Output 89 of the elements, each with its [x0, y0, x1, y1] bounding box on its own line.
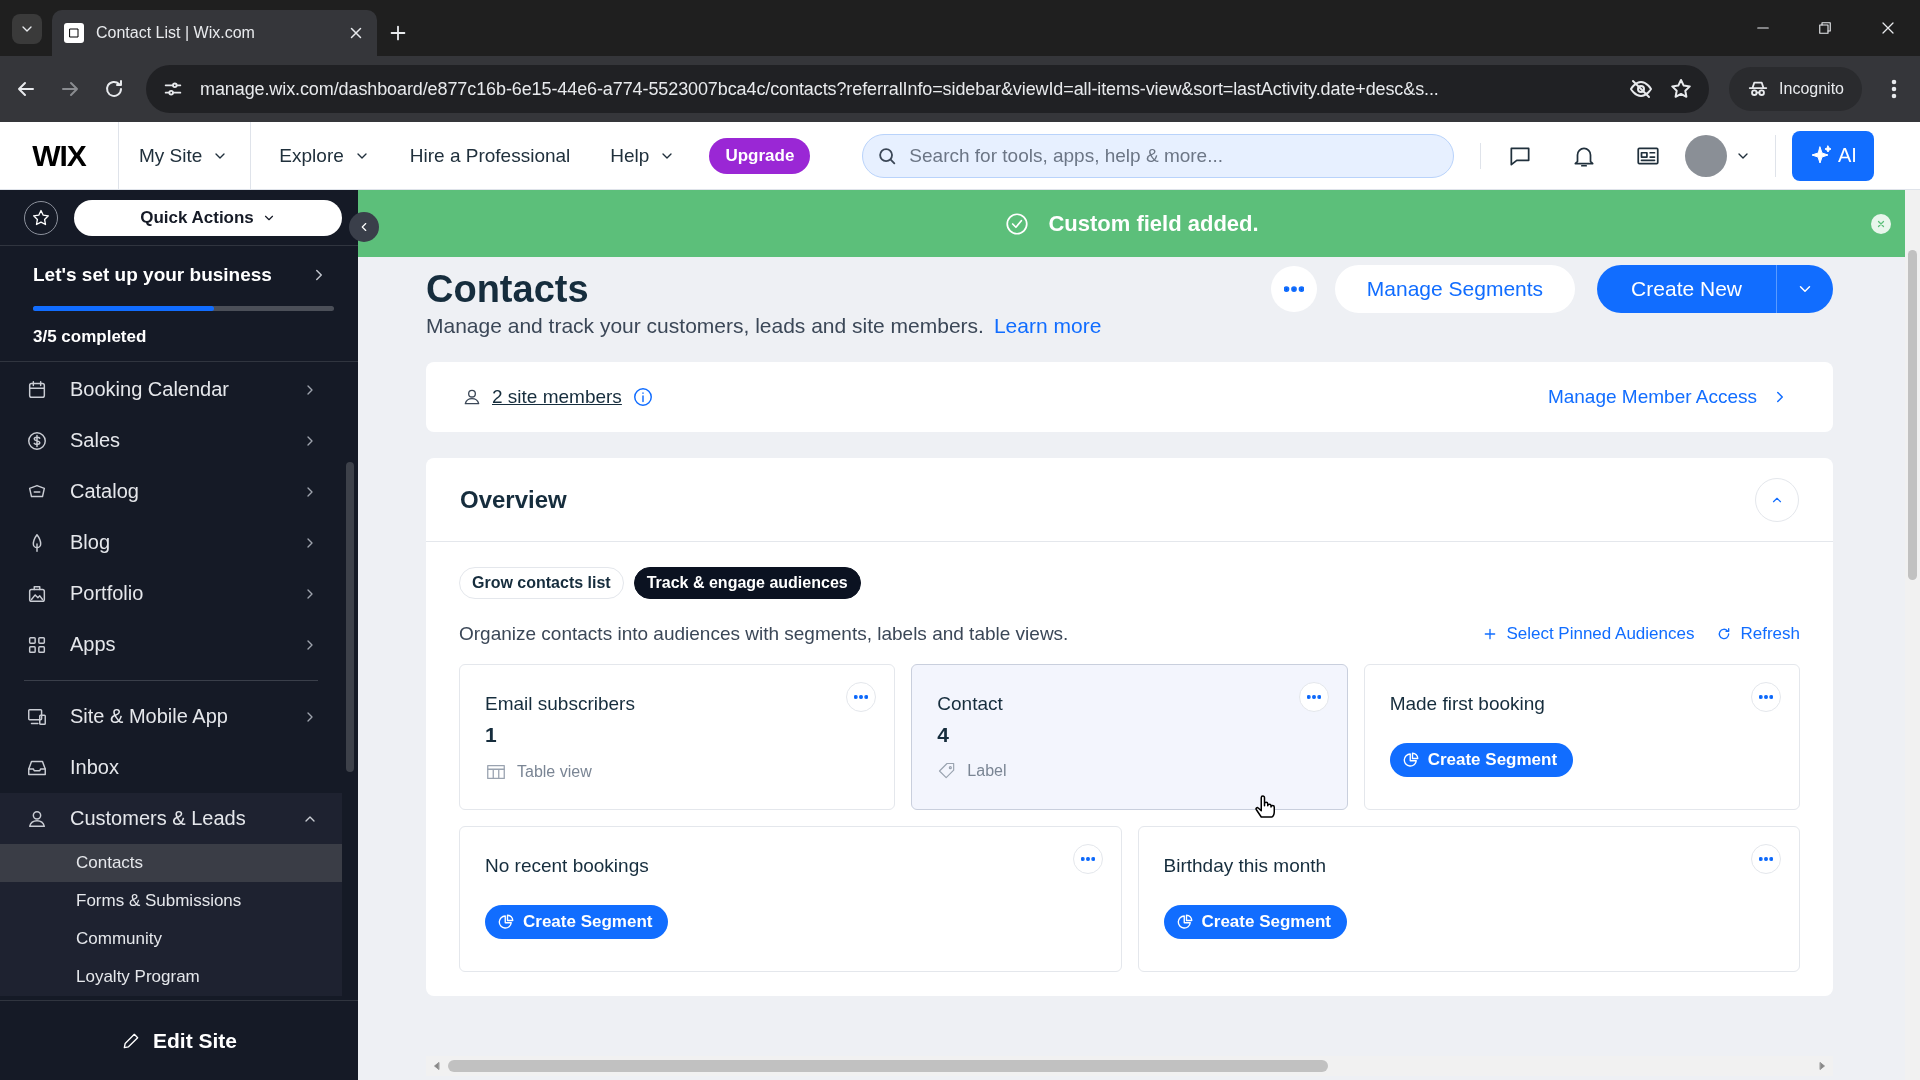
sidebar-item[interactable]: Inbox — [0, 742, 342, 793]
audience-card[interactable]: Made first booking Create Segment — [1363, 664, 1800, 810]
members-icon — [462, 387, 482, 407]
setup-title[interactable]: Let's set up your business — [33, 264, 272, 286]
incognito-label: Incognito — [1779, 80, 1844, 98]
sidebar-subitem[interactable]: Community — [0, 920, 342, 958]
card-title: Email subscribers — [485, 693, 635, 715]
sidebar-item[interactable]: Customers & Leads — [0, 793, 342, 844]
manage-member-access-link[interactable]: Manage Member Access — [1541, 385, 1795, 409]
more-icon — [1080, 857, 1095, 861]
pie-chart-icon — [1401, 751, 1420, 769]
create-segment-button[interactable]: Create Segment — [485, 905, 669, 939]
search-field[interactable]: Search for tools, apps, help & more... — [862, 133, 1455, 178]
more-options-button[interactable] — [1072, 844, 1103, 874]
refresh-link[interactable]: Refresh — [1716, 624, 1800, 644]
pie-chart-icon — [1175, 913, 1194, 931]
scroll-left-icon — [432, 1061, 442, 1071]
sidebar-item-icon — [26, 378, 48, 401]
more-icon — [1759, 695, 1773, 699]
restore-icon[interactable] — [1816, 19, 1834, 37]
overview-tab[interactable]: Track & engage audiences — [633, 567, 861, 599]
audience-card[interactable]: Email subscribers 1 Table view — [459, 664, 896, 810]
overview-description: Organize contacts into audiences with segments, labels and table views. — [459, 623, 1070, 645]
edit-site-button[interactable]: Edit Site — [115, 1027, 243, 1054]
more-icon — [1759, 857, 1773, 861]
card-meta-text: Label — [967, 762, 1007, 780]
audience-card[interactable]: Contact 4 Label — [911, 664, 1348, 810]
info-icon[interactable] — [631, 386, 654, 408]
incognito-badge[interactable]: Incognito — [1729, 67, 1862, 111]
card-title: Made first booking — [1389, 693, 1545, 715]
more-options-button[interactable] — [1298, 682, 1329, 712]
more-actions-button[interactable] — [1270, 266, 1317, 312]
card-count: 4 — [937, 723, 950, 747]
site-selector[interactable]: My Site — [118, 121, 252, 190]
card-title: No recent bookings — [485, 855, 649, 877]
tab-list-button[interactable] — [12, 14, 42, 44]
toast-message: Custom field added. — [1048, 210, 1259, 237]
site-members-link[interactable]: 2 site members — [492, 386, 622, 408]
manage-segments-button[interactable]: Manage Segments — [1334, 265, 1576, 313]
sidebar-item[interactable]: Blog — [0, 517, 342, 568]
more-icon — [1283, 286, 1304, 292]
upgrade-button[interactable]: Upgrade — [709, 137, 811, 174]
more-options-button[interactable] — [846, 682, 877, 712]
sidebar-item[interactable]: Catalog — [0, 466, 342, 517]
sidebar-subitem[interactable]: Contacts — [0, 844, 342, 882]
sidebar-item[interactable]: Apps — [0, 619, 342, 670]
nav-menu-item[interactable]: Hire a Professional — [389, 121, 591, 190]
audience-card[interactable]: Birthday this month Create Segment — [1137, 826, 1800, 972]
card-meta-text: Table view — [517, 763, 592, 781]
sidebar-subitem[interactable]: Forms & Submissions — [0, 882, 342, 920]
overview-title: Overview — [460, 485, 567, 514]
page-subtitle: Manage and track your customers, leads and site members. — [426, 314, 984, 338]
card-title: Birthday this month — [1163, 855, 1327, 877]
more-icon — [1306, 695, 1321, 699]
bookmark-star-icon[interactable] — [1669, 77, 1694, 101]
audience-card[interactable]: No recent bookings Create Segment — [459, 826, 1122, 972]
star-icon — [31, 207, 51, 228]
more-icon — [854, 695, 869, 699]
sidebar-item[interactable]: Site & Mobile App — [0, 691, 342, 742]
create-segment-button[interactable]: Create Segment — [1389, 743, 1574, 777]
page-title: Contacts — [426, 267, 590, 311]
user-avatar[interactable] — [1685, 134, 1728, 177]
tab-title: Contact List | Wix.com — [96, 24, 256, 42]
learn-more-link[interactable]: Learn more — [993, 314, 1102, 338]
overview-tab[interactable]: Grow contacts list — [459, 567, 624, 599]
card-count: 1 — [485, 723, 498, 747]
ai-button[interactable]: AI — [1792, 130, 1875, 181]
select-pinned-audiences-link[interactable]: Select Pinned Audiences — [1482, 624, 1695, 644]
sidebar-item[interactable]: Booking Calendar — [0, 364, 342, 415]
scrollbar-thumb[interactable] — [346, 462, 354, 772]
sidebar-item-icon — [26, 429, 48, 452]
browser-tab[interactable]: Contact List | Wix.com — [52, 10, 377, 56]
more-options-button[interactable] — [1751, 682, 1781, 712]
check-circle-icon — [1004, 210, 1031, 237]
more-options-button[interactable] — [1751, 844, 1781, 874]
nav-menu-item[interactable]: Explore — [259, 121, 390, 190]
sidebar-subitem[interactable]: Loyalty Program — [0, 958, 342, 996]
create-segment-button[interactable]: Create Segment — [1163, 905, 1347, 939]
nav-menu-item[interactable]: Help — [590, 121, 696, 190]
pie-chart-icon — [497, 913, 515, 931]
progress-text: 3/5 completed — [33, 327, 148, 347]
sidebar-item[interactable]: Sales — [0, 415, 342, 466]
card-title: Contact — [937, 693, 1003, 715]
close-icon — [1876, 219, 1886, 229]
scroll-right-icon — [1817, 1061, 1827, 1071]
eye-off-icon[interactable] — [1629, 77, 1654, 101]
sidebar-item[interactable]: Portfolio — [0, 568, 342, 619]
quick-actions-button[interactable]: Quick Actions — [74, 199, 342, 236]
wix-logo[interactable]: WIX — [0, 138, 118, 173]
